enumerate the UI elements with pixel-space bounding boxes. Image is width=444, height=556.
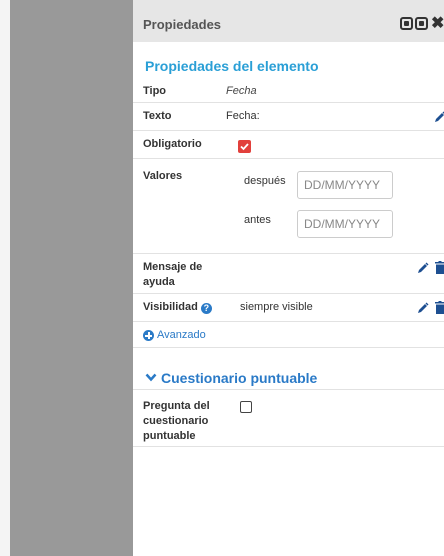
- row-valores: Valores después antes: [133, 159, 444, 254]
- tipo-value: Fecha: [226, 85, 257, 97]
- pencil-icon[interactable]: [434, 111, 444, 123]
- visibilidad-label-text: Visibilidad: [143, 301, 198, 313]
- mensaje-label-2: ayuda: [143, 276, 175, 288]
- advanced-link[interactable]: Avanzado: [157, 329, 206, 341]
- row-texto: Texto Fecha:: [133, 103, 444, 131]
- panel-title: Propiedades: [143, 17, 222, 32]
- pregunta-label-3: puntuable: [143, 430, 196, 442]
- pregunta-label-2: cuestionario: [143, 415, 209, 427]
- mensaje-label-1: Mensaje de: [143, 261, 203, 273]
- close-icon[interactable]: ✖: [431, 13, 444, 33]
- minimize-icon[interactable]: [415, 17, 428, 30]
- canvas-gray-area: [10, 0, 133, 556]
- pencil-icon[interactable]: [417, 262, 429, 274]
- pregunta-checkbox[interactable]: [240, 401, 252, 413]
- plus-circle-icon: [143, 330, 154, 341]
- help-icon[interactable]: ?: [200, 303, 212, 314]
- left-background: [0, 0, 10, 556]
- obligatorio-checkbox[interactable]: [238, 140, 251, 153]
- row-tipo: Tipo Fecha: [133, 80, 444, 103]
- texto-value: Fecha:: [226, 110, 260, 122]
- row-pregunta-puntuable: Pregunta del cuestionario puntuable: [133, 389, 444, 447]
- trash-icon[interactable]: [435, 301, 444, 314]
- panel-header: Propiedades ✖: [133, 0, 444, 42]
- pregunta-label-1: Pregunta del: [143, 400, 210, 412]
- row-obligatorio: Obligatorio: [133, 131, 444, 159]
- valores-label: Valores: [143, 170, 183, 182]
- checkmark-icon: [240, 143, 249, 151]
- visibilidad-value: siempre visible: [240, 301, 313, 313]
- row-avanzado[interactable]: Avanzado: [133, 322, 444, 348]
- maximize-icon[interactable]: [400, 17, 413, 30]
- section-title: Propiedades del elemento: [145, 58, 319, 74]
- date-after-input[interactable]: [297, 171, 393, 199]
- row-mensaje-ayuda: Mensaje de ayuda: [133, 254, 444, 294]
- tipo-label: Tipo: [143, 85, 167, 97]
- section2-title[interactable]: Cuestionario puntuable: [161, 370, 317, 386]
- row-visibilidad: Visibilidad? siempre visible: [133, 294, 444, 322]
- pencil-icon[interactable]: [417, 302, 429, 314]
- texto-label: Texto: [143, 110, 172, 122]
- after-label: después: [244, 175, 286, 187]
- trash-icon[interactable]: [435, 261, 444, 274]
- visibilidad-label: Visibilidad?: [143, 299, 212, 315]
- date-before-input[interactable]: [297, 210, 393, 238]
- obligatorio-label: Obligatorio: [143, 138, 202, 150]
- before-label: antes: [244, 214, 271, 226]
- chevron-down-icon[interactable]: [145, 373, 157, 382]
- properties-panel: Propiedades ✖ Propiedades del elemento T…: [133, 0, 444, 556]
